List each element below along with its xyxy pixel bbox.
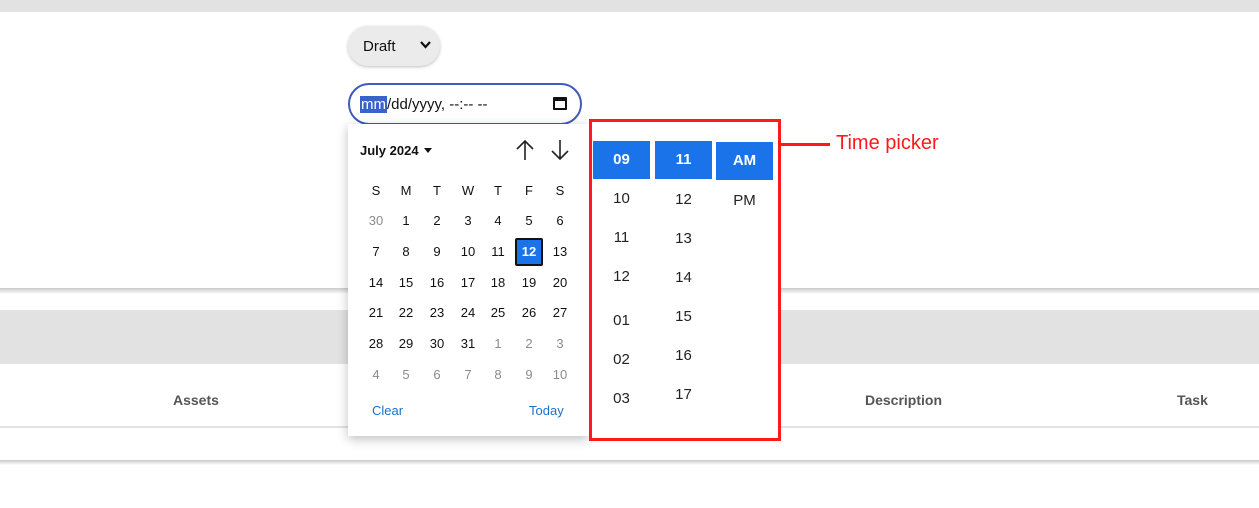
calendar-day[interactable]: 29: [392, 330, 420, 358]
calendar-day[interactable]: 16: [423, 269, 451, 297]
calendar-day[interactable]: 1: [484, 330, 512, 358]
datetime-input[interactable]: mm/dd/yyyy, --:-- --: [348, 83, 582, 125]
calendar-day[interactable]: 11: [484, 238, 512, 266]
column-header-assets[interactable]: Assets: [173, 392, 219, 408]
chevron-down-icon: [420, 38, 431, 52]
annotation-label: Time picker: [836, 132, 939, 154]
calendar-day[interactable]: 28: [362, 330, 390, 358]
calendar-day[interactable]: 7: [362, 238, 390, 266]
calendar-day[interactable]: 3: [546, 330, 574, 358]
top-strip: [0, 0, 1259, 12]
arrow-up-icon[interactable]: [514, 138, 536, 162]
column-header-task[interactable]: Task: [1177, 392, 1208, 408]
calendar-day[interactable]: 6: [546, 207, 574, 235]
calendar-day[interactable]: 5: [515, 207, 543, 235]
weekday-header: S: [555, 183, 565, 198]
calendar-day[interactable]: 15: [392, 269, 420, 297]
weekday-header: W: [461, 183, 475, 198]
calendar-day[interactable]: 7: [454, 361, 482, 389]
column-header-description[interactable]: Description: [865, 392, 942, 408]
calendar-day[interactable]: 22: [392, 299, 420, 327]
annotation-pointer: [781, 143, 830, 146]
weekday-header: S: [371, 183, 381, 198]
calendar-day[interactable]: 1: [392, 207, 420, 235]
calendar-day[interactable]: 9: [515, 361, 543, 389]
calendar-day[interactable]: 9: [423, 238, 451, 266]
calendar-day[interactable]: 6: [423, 361, 451, 389]
weekday-header: T: [494, 183, 502, 198]
calendar-day[interactable]: 2: [515, 330, 543, 358]
month-year-dropdown[interactable]: July 2024: [360, 143, 432, 158]
weekday-header: M: [400, 183, 412, 198]
calendar-day[interactable]: 21: [362, 299, 390, 327]
calendar-day[interactable]: 25: [484, 299, 512, 327]
calendar-day[interactable]: 30: [423, 330, 451, 358]
clear-button[interactable]: Clear: [372, 403, 403, 418]
calendar-day[interactable]: 31: [454, 330, 482, 358]
calendar-day[interactable]: 4: [484, 207, 512, 235]
calendar-day[interactable]: 14: [362, 269, 390, 297]
calendar-day[interactable]: 3: [454, 207, 482, 235]
calendar-day[interactable]: 5: [392, 361, 420, 389]
annotation-box: [589, 119, 781, 441]
arrow-down-icon[interactable]: [549, 138, 571, 162]
today-button[interactable]: Today: [529, 403, 564, 418]
calendar-day[interactable]: 20: [546, 269, 574, 297]
calendar-day[interactable]: 17: [454, 269, 482, 297]
calendar-day[interactable]: 18: [484, 269, 512, 297]
weekday-header: T: [433, 183, 441, 198]
weekday-header: F: [525, 183, 533, 198]
calendar-day[interactable]: 8: [484, 361, 512, 389]
calendar-day[interactable]: 4: [362, 361, 390, 389]
calendar-day[interactable]: 13: [546, 238, 574, 266]
calendar-day[interactable]: 26: [515, 299, 543, 327]
calendar-day[interactable]: 10: [454, 238, 482, 266]
calendar-day[interactable]: 12: [515, 238, 543, 266]
datetime-month-segment[interactable]: mm: [360, 95, 387, 113]
calendar-day[interactable]: 24: [454, 299, 482, 327]
calendar-icon[interactable]: [553, 97, 567, 110]
datetime-remaining-segments[interactable]: /dd/yyyy, --:-- --: [387, 96, 488, 113]
calendar-day[interactable]: 10: [546, 361, 574, 389]
status-select-value: Draft: [363, 37, 396, 55]
calendar-day[interactable]: 19: [515, 269, 543, 297]
status-select[interactable]: Draft: [348, 26, 440, 66]
calendar-day[interactable]: 2: [423, 207, 451, 235]
month-year-label: July 2024: [360, 143, 419, 158]
calendar-day[interactable]: 23: [423, 299, 451, 327]
table-shadow: [0, 460, 1259, 465]
date-picker-popup: July 2024 SMTWTFS 30 1 2 3 4 5 6 7 8 9 10 11 12 13 14 1…: [348, 124, 588, 436]
calendar-day[interactable]: 30: [362, 207, 390, 235]
calendar-day[interactable]: 27: [546, 299, 574, 327]
calendar-day[interactable]: 8: [392, 238, 420, 266]
caret-down-icon: [423, 148, 432, 153]
